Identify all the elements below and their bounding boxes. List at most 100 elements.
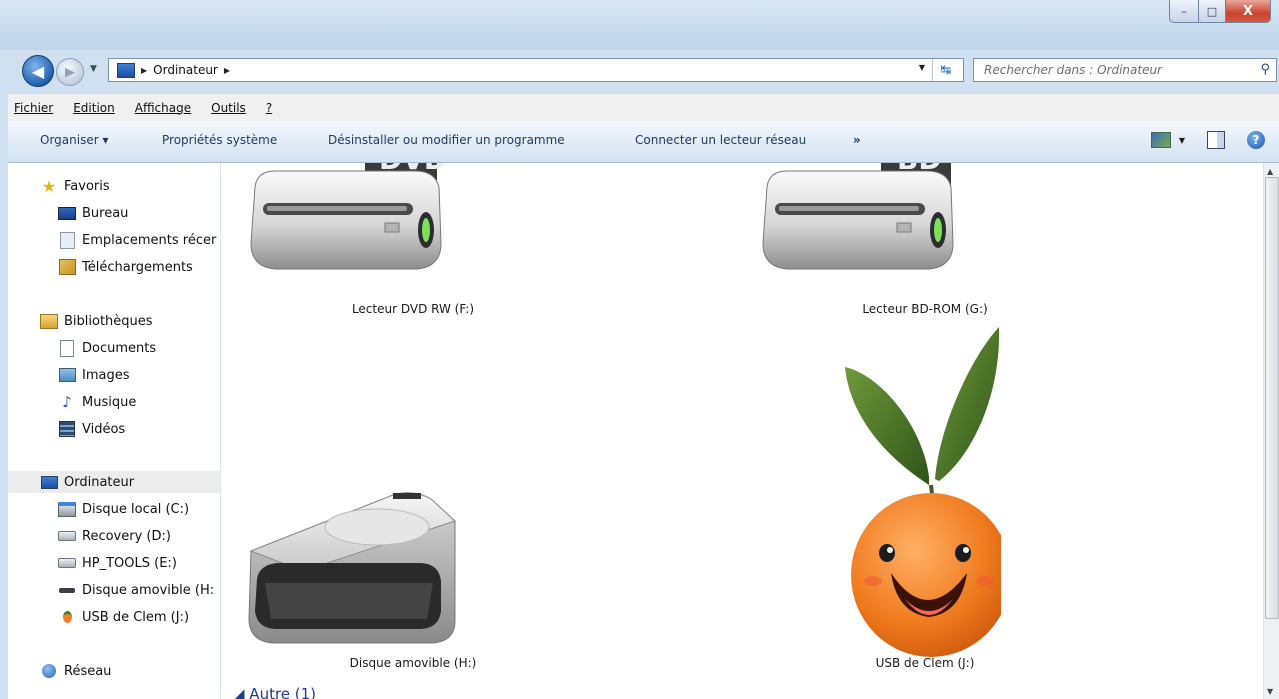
- removable-disk-icon: [248, 492, 456, 644]
- sidebar-item-musique[interactable]: ♪ Musique: [58, 391, 136, 413]
- address-history-dropdown[interactable]: ▼: [919, 63, 925, 72]
- menu-affichage[interactable]: Affichage: [135, 101, 191, 115]
- sidebar-item-label: Téléchargements: [82, 259, 193, 275]
- scroll-up-icon[interactable]: ▲: [1267, 167, 1273, 176]
- sidebar-item-recovery[interactable]: Recovery (D:): [58, 525, 171, 547]
- orange-mascot-icon: [845, 327, 1011, 657]
- title-bar: – □ X: [0, 0, 1279, 50]
- search-icon[interactable]: ⚲: [1260, 62, 1270, 77]
- desktop-icon: [58, 205, 76, 221]
- drive-label-usb-de-clem[interactable]: USB de Clem (J:): [805, 656, 1045, 670]
- sidebar-item-label: Favoris: [64, 178, 110, 194]
- address-bar[interactable]: ▶ Ordinateur ▶ ▼ ↹: [108, 58, 964, 82]
- sidebar-item-label: Ordinateur: [64, 474, 135, 490]
- document-icon: [58, 339, 76, 357]
- recent-pages-dropdown[interactable]: ▼: [90, 64, 97, 74]
- sidebar-item-ordinateur[interactable]: Ordinateur: [8, 471, 220, 493]
- computer-icon: [117, 62, 135, 78]
- drive-label-removable[interactable]: Disque amovible (H:): [293, 656, 533, 670]
- sidebar-item-emplacements-recents[interactable]: Emplacements récer: [58, 229, 216, 251]
- sidebar-item-label: Bibliothèques: [64, 313, 153, 329]
- drive-item-usb-de-clem[interactable]: [841, 327, 1011, 657]
- search-input[interactable]: Rechercher dans : Ordinateur: [984, 63, 1162, 77]
- sidebar-item-documents[interactable]: Documents: [58, 337, 156, 359]
- dvd-drive-icon: DVD: [250, 163, 445, 270]
- sidebar-item-label: Documents: [82, 340, 157, 356]
- downloads-icon: [58, 259, 76, 275]
- maximize-button[interactable]: □: [1199, 0, 1226, 23]
- image-icon: [58, 367, 76, 383]
- removable-drive-icon: [58, 582, 76, 598]
- sidebar-item-label: Disque amovible (H:: [82, 582, 215, 598]
- sidebar-item-favoris[interactable]: ★ Favoris: [40, 175, 110, 197]
- sidebar-item-images[interactable]: Images: [58, 364, 130, 386]
- navigation-pane: ★ Favoris Bureau Emplacements récer Télé…: [8, 163, 221, 699]
- scroll-down-icon[interactable]: ▼: [1267, 687, 1273, 696]
- preview-pane-icon[interactable]: [1207, 131, 1225, 149]
- music-icon: ♪: [62, 393, 72, 411]
- video-icon: [58, 421, 76, 437]
- file-view: DVD Lecteur DVD RW (F:) BD L: [221, 163, 1264, 699]
- drive-label-bd[interactable]: Lecteur BD-ROM (G:): [805, 302, 1045, 316]
- chevron-down-icon: ▼: [1178, 135, 1185, 145]
- sidebar-item-bibliotheques[interactable]: Bibliothèques: [40, 310, 153, 332]
- sidebar-item-hp-tools[interactable]: HP_TOOLS (E:): [58, 552, 177, 574]
- star-icon: ★: [41, 176, 57, 196]
- back-button[interactable]: ◀: [22, 55, 54, 87]
- forward-button[interactable]: ▶: [56, 58, 84, 86]
- sidebar-item-disque-local[interactable]: Disque local (C:): [58, 498, 189, 520]
- more-commands-button[interactable]: »: [853, 133, 861, 147]
- organise-button[interactable]: Organiser ▾: [40, 133, 108, 147]
- recent-places-icon: [58, 231, 76, 249]
- command-bar: Organiser ▾ Propriétés système Désinstal…: [8, 121, 1279, 163]
- local-disk-icon: [58, 501, 76, 517]
- scroll-thumb[interactable]: [1265, 177, 1279, 619]
- drive-icon: [58, 528, 76, 544]
- menu-help[interactable]: ?: [266, 101, 272, 115]
- group-header-autre[interactable]: ◢ Autre (1): [233, 685, 316, 699]
- drive-item-dvd[interactable]: DVD: [221, 163, 641, 323]
- computer-icon: [40, 474, 58, 490]
- help-icon[interactable]: ?: [1247, 131, 1265, 149]
- uninstall-program-button[interactable]: Désinstaller ou modifier un programme: [328, 133, 565, 147]
- minimize-button[interactable]: –: [1169, 0, 1199, 23]
- usb-icon: [58, 609, 76, 625]
- navigation-row: ◀ ▶ ▼ ▶ Ordinateur ▶ ▼ ↹ Rechercher dans…: [0, 50, 1279, 90]
- close-button[interactable]: X: [1226, 0, 1271, 23]
- sidebar-item-label: HP_TOOLS (E:): [82, 555, 177, 571]
- view-icon: [1150, 132, 1171, 148]
- drive-label-dvd[interactable]: Lecteur DVD RW (F:): [293, 302, 533, 316]
- bd-drive-icon: BD: [762, 163, 954, 270]
- sidebar-item-telechargements[interactable]: Téléchargements: [58, 256, 193, 278]
- drive-item-removable[interactable]: [221, 483, 641, 653]
- sidebar-item-label: Images: [82, 367, 130, 383]
- drive-item-bd[interactable]: BD: [741, 163, 1161, 323]
- map-network-drive-button[interactable]: Connecter un lecteur réseau: [635, 133, 806, 147]
- sidebar-item-reseau[interactable]: Réseau: [40, 660, 111, 682]
- breadcrumb-separator-icon[interactable]: ▶: [141, 66, 147, 75]
- window-controls: – □ X: [1169, 0, 1271, 24]
- menu-outils[interactable]: Outils: [211, 101, 246, 115]
- sidebar-item-label: Bureau: [82, 205, 129, 221]
- sidebar-item-label: Musique: [82, 394, 137, 410]
- system-properties-button[interactable]: Propriétés système: [162, 133, 277, 147]
- sidebar-item-usb-de-clem[interactable]: USB de Clem (J:): [58, 606, 189, 628]
- sidebar-item-videos[interactable]: Vidéos: [58, 418, 125, 440]
- menu-fichier[interactable]: Fichier: [14, 101, 53, 115]
- breadcrumb-separator-icon[interactable]: ▶: [224, 66, 230, 75]
- menu-edition[interactable]: Edition: [73, 101, 115, 115]
- sidebar-item-disque-amovible[interactable]: Disque amovible (H:: [58, 579, 214, 601]
- sidebar-item-label: Réseau: [64, 663, 112, 679]
- change-view-button[interactable]: ▼: [1150, 132, 1185, 148]
- vertical-scrollbar[interactable]: ▲ ▼: [1263, 163, 1279, 699]
- library-icon: [40, 313, 58, 329]
- search-box[interactable]: Rechercher dans : Ordinateur ⚲: [973, 58, 1277, 82]
- breadcrumb-ordinateur[interactable]: Ordinateur: [153, 63, 218, 77]
- menu-bar: Fichier Edition Affichage Outils ?: [8, 94, 1279, 122]
- sidebar-item-label: Emplacements récer: [82, 232, 217, 248]
- refresh-icon[interactable]: ↹: [932, 59, 959, 81]
- sidebar-item-label: Recovery (D:): [82, 528, 171, 544]
- sidebar-item-label: USB de Clem (J:): [82, 609, 190, 625]
- sidebar-item-bureau[interactable]: Bureau: [58, 202, 128, 224]
- drive-icon: [58, 555, 76, 571]
